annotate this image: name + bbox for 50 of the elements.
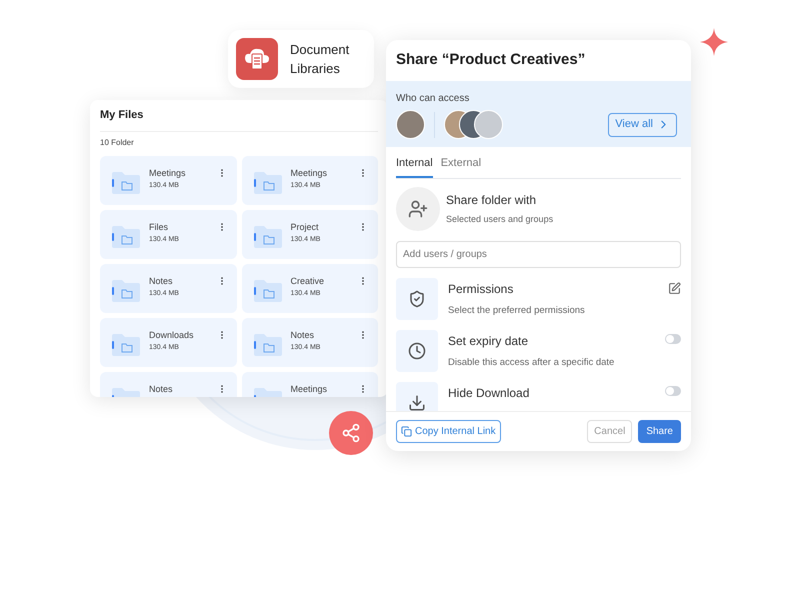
- folder-name: Files: [149, 222, 170, 233]
- toggle-switch[interactable]: [665, 334, 681, 344]
- option-subtitle: Disable this access after a specific date: [448, 356, 616, 370]
- folder-icon: [111, 333, 141, 357]
- tab[interactable]: External: [440, 155, 482, 178]
- copy-icon: [401, 426, 412, 437]
- folder-name: Notes: [149, 384, 174, 395]
- folder-card[interactable]: Notes: [100, 372, 236, 397]
- edit-icon[interactable]: [668, 282, 681, 294]
- folder-count: 10 Folder: [100, 137, 134, 149]
- folder-icon: [252, 171, 282, 195]
- badge-title: Document Libraries: [290, 41, 350, 78]
- share-with-title: Share folder with: [446, 192, 538, 209]
- share-with-subtitle: Selected users and groups: [446, 212, 554, 226]
- tab[interactable]: Internal: [396, 155, 433, 178]
- option-title: Set expiry date: [448, 332, 530, 350]
- folder-icon: [111, 171, 141, 195]
- option-icon: [396, 278, 438, 320]
- folder-name: Meetings: [290, 168, 328, 179]
- option-subtitle: Select the preferred permissions: [448, 304, 586, 318]
- avatar: [474, 110, 503, 139]
- folder-name: Notes: [149, 276, 174, 287]
- folder-name: Meetings: [290, 384, 328, 395]
- folder-icon: [252, 279, 282, 303]
- option-title: Permissions: [448, 280, 514, 298]
- folder-icon: [252, 333, 282, 357]
- avatar: [396, 110, 425, 139]
- folder-name: Creative: [290, 276, 326, 287]
- copy-link-button[interactable]: Copy Internal Link: [396, 420, 501, 443]
- toggle-switch[interactable]: [665, 386, 681, 396]
- folder-name: Downloads: [149, 330, 195, 341]
- folder-icon: [252, 225, 282, 249]
- share-button[interactable]: Share: [638, 420, 681, 443]
- option-title: Hide Download: [448, 384, 530, 402]
- dialog-title: Share “Product Creatives”: [396, 50, 586, 70]
- folder-card[interactable]: Meetings: [242, 372, 378, 397]
- sparkle-icon: [700, 28, 728, 56]
- add-users-field[interactable]: Add users / groups: [396, 240, 681, 268]
- panel-title: My Files: [100, 108, 144, 124]
- view-all-button[interactable]: View all: [608, 112, 677, 136]
- cloud-document-icon: [236, 38, 278, 80]
- folder-name: Notes: [290, 330, 316, 341]
- option-icon: [396, 382, 438, 411]
- option-icon: [396, 330, 438, 372]
- folder-name: Project: [290, 222, 320, 233]
- user-add-icon: [396, 186, 440, 230]
- folder-name: Meetings: [149, 168, 187, 179]
- folder-icon: [111, 225, 141, 249]
- folder-icon: [111, 279, 141, 303]
- access-label: Who can access: [396, 92, 470, 106]
